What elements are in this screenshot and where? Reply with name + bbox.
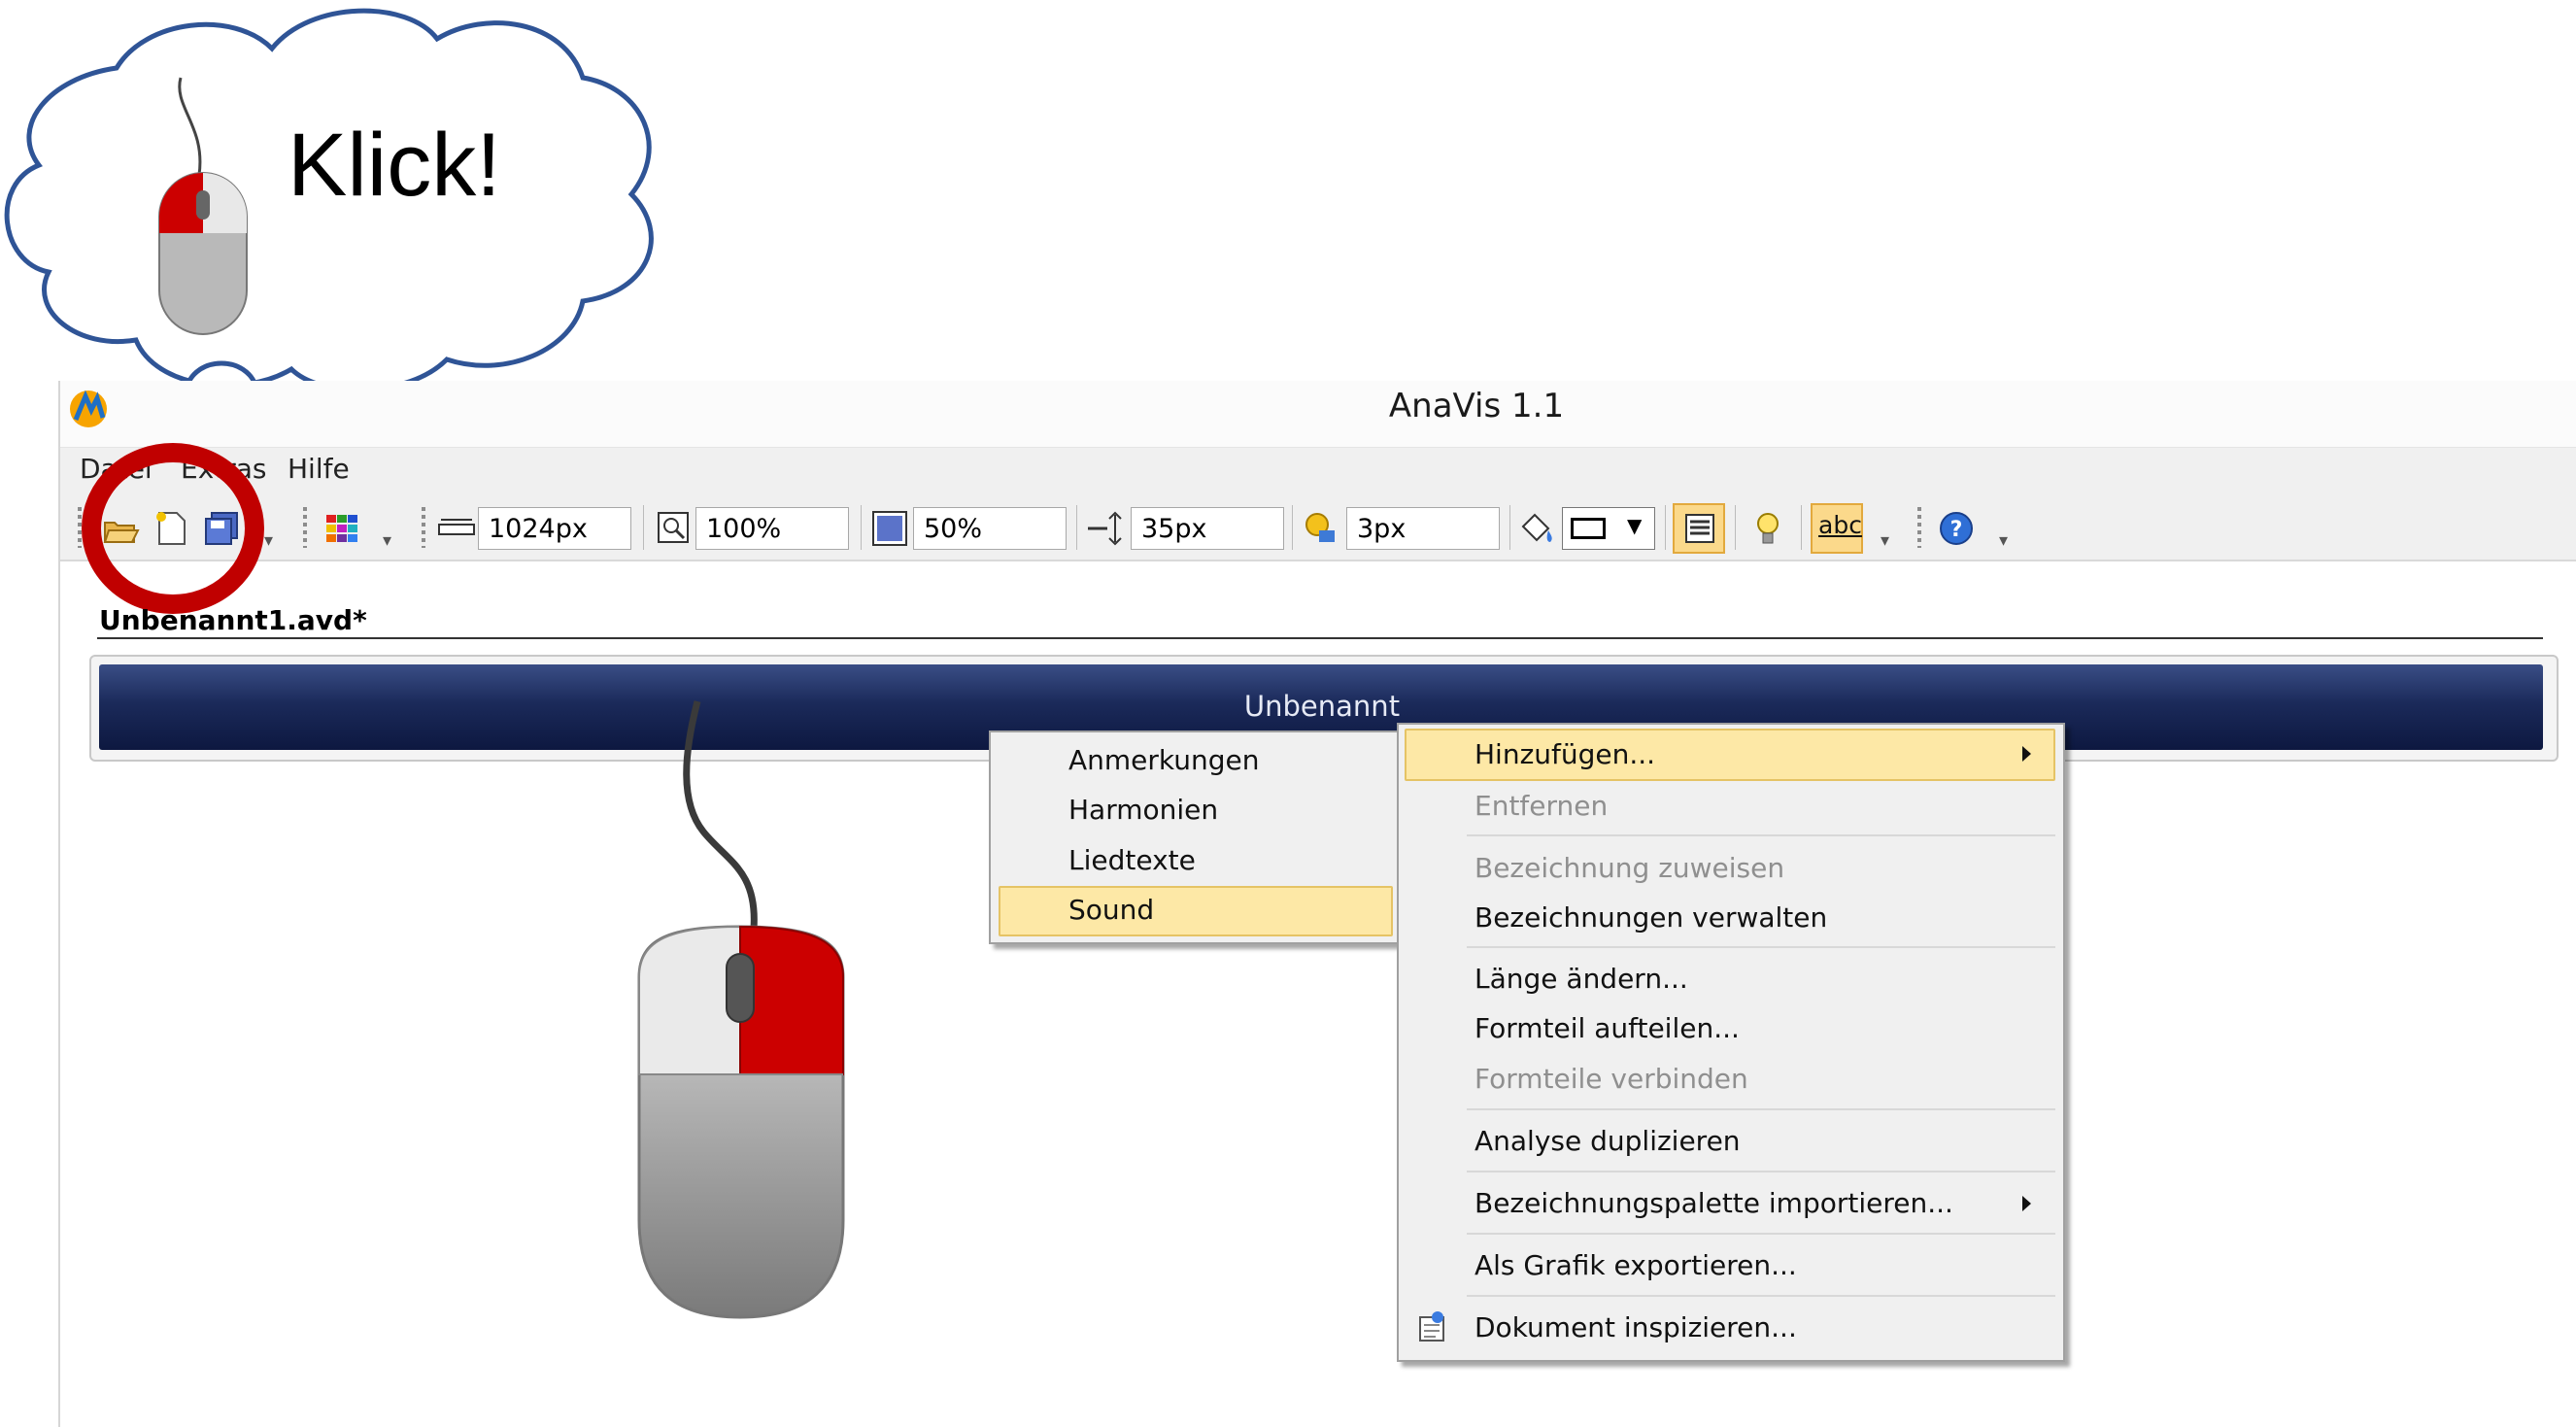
submenu-item-liedtexte[interactable]: Liedtexte: [1068, 844, 1196, 876]
zoom-icon: [658, 512, 689, 543]
small-mouse-icon: [158, 172, 248, 335]
chevron-down-icon: ▼: [1627, 514, 1643, 537]
menu-separator: [1467, 1171, 2055, 1172]
menu-item-duplicate[interactable]: Analyse duplizieren: [1474, 1125, 1741, 1157]
document-tab-underline: [97, 637, 2543, 639]
lightbulb-icon[interactable]: [1748, 509, 1787, 548]
menu-item-add[interactable]: Hinzufügen...: [1474, 738, 1655, 770]
zoom-field[interactable]: 100%: [695, 507, 849, 550]
submenu-item-sound[interactable]: Sound: [1068, 894, 1154, 926]
height-field[interactable]: 35px: [1131, 507, 1284, 550]
toolbar-separator: [1665, 505, 1666, 550]
list-toggle-button[interactable]: [1673, 503, 1725, 554]
width-icon: [438, 519, 475, 535]
cloud-text: Klick!: [288, 116, 501, 215]
submenu-item-harmonien[interactable]: Harmonien: [1068, 794, 1218, 826]
document-tab[interactable]: Unbenannt1.avd*: [99, 604, 367, 636]
height-icon: [1088, 511, 1122, 546]
highlight-circle: [82, 443, 264, 614]
rectangle-style-dropdown[interactable]: ▼: [1562, 507, 1655, 550]
spellcheck-icon: abc: [1818, 511, 1862, 539]
menu-item-remove[interactable]: Entfernen: [1474, 790, 1608, 822]
menu-item-join-parts[interactable]: Formteile verbinden: [1474, 1063, 1748, 1095]
border-field[interactable]: 3px: [1346, 507, 1500, 550]
menu-item-manage-labels[interactable]: Bezeichnungen verwalten: [1474, 901, 1827, 934]
menu-item-import-palette[interactable]: Bezeichnungspalette importieren...: [1474, 1187, 1953, 1219]
menu-bar: [60, 447, 2576, 496]
toolbar-overflow-icon[interactable]: ▾: [1881, 530, 1889, 551]
submenu-item-anmerkungen[interactable]: Anmerkungen: [1068, 744, 1260, 776]
opacity-field[interactable]: 50%: [913, 507, 1067, 550]
menu-item-export-graphic[interactable]: Als Grafik exportieren...: [1474, 1249, 1797, 1281]
toolbar-overflow-icon[interactable]: ▾: [383, 530, 391, 551]
border-icon: [1305, 513, 1335, 542]
toolbar-separator: [1076, 505, 1077, 550]
toolbar-separator: [1801, 505, 1802, 550]
toolbar-grip[interactable]: [303, 507, 307, 548]
menu-separator: [1467, 1108, 2055, 1110]
section-label: Unbenannt: [1243, 690, 1401, 723]
toolbar-separator: [1292, 505, 1293, 550]
menu-item-assign-label[interactable]: Bezeichnung zuweisen: [1474, 852, 1784, 884]
toolbar-separator: [1735, 505, 1736, 550]
menu-separator: [1467, 1295, 2055, 1297]
submenu-highlight: [999, 886, 1393, 936]
toolbar-overflow-icon[interactable]: ▾: [1999, 530, 2008, 551]
mouse-illustration: [637, 700, 845, 1319]
toolbar-separator: [861, 505, 862, 550]
fill-icon[interactable]: [1517, 509, 1556, 548]
list-icon: [1685, 514, 1714, 543]
menu-item-split-part[interactable]: Formteil aufteilen...: [1474, 1012, 1740, 1044]
toolbar-grip[interactable]: [1917, 507, 1921, 548]
menu-separator: [1467, 946, 2055, 948]
menu-separator: [1467, 834, 2055, 836]
toolbar-separator: [1509, 505, 1510, 550]
menu-item-inspect-document[interactable]: Dokument inspizieren...: [1474, 1311, 1797, 1343]
help-icon[interactable]: ?: [1937, 509, 1976, 548]
palette-icon[interactable]: [322, 509, 361, 548]
inspect-document-icon: [1419, 1311, 1444, 1342]
toolbar-separator: [643, 505, 644, 550]
menu-item-change-length[interactable]: Länge ändern...: [1474, 963, 1688, 995]
window-title: AnaVis 1.1: [1388, 387, 1565, 425]
opacity-icon: [872, 511, 907, 546]
submenu-arrow-icon: [2022, 1196, 2031, 1211]
spellcheck-toggle-button[interactable]: abc: [1811, 503, 1863, 554]
menu-separator: [1467, 1233, 2055, 1235]
rectangle-style-icon: [1571, 518, 1606, 539]
toolbar-grip[interactable]: [422, 507, 425, 548]
menu-hilfe[interactable]: Hilfe: [288, 453, 350, 485]
submenu-arrow-icon: [2022, 746, 2031, 762]
svg-text:?: ?: [1950, 518, 1963, 542]
width-field[interactable]: 1024px: [478, 507, 631, 550]
